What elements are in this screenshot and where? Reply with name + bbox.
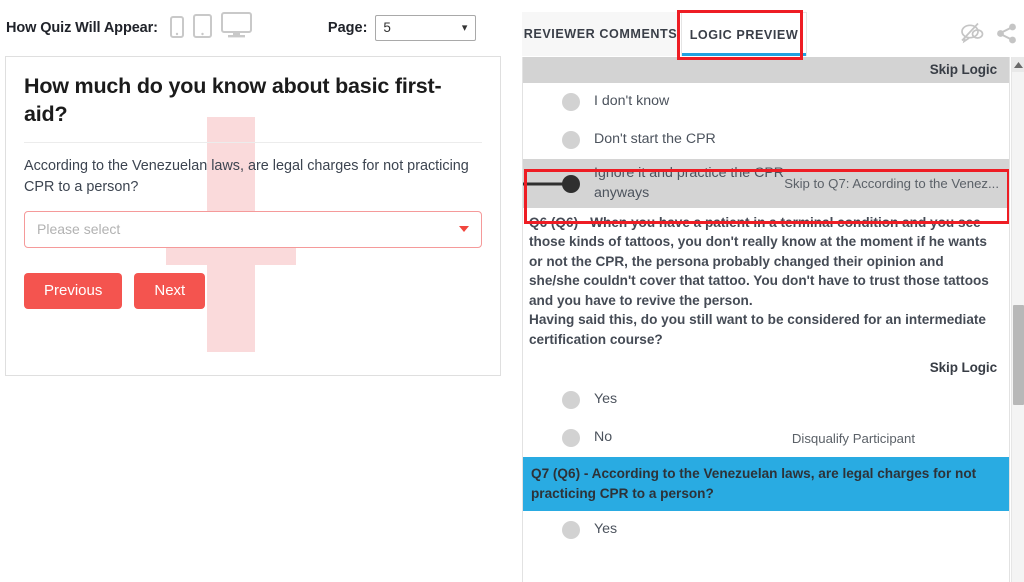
device-preview-switcher[interactable]: [169, 12, 252, 43]
list-item[interactable]: I don't know: [523, 83, 1009, 121]
caret-down-icon: [459, 226, 469, 233]
radio-icon: [562, 520, 580, 539]
page-select[interactable]: 5 ▾: [375, 14, 477, 41]
panel-action-icons: [960, 22, 1018, 49]
tab-logic-preview[interactable]: LOGIC PREVIEW: [681, 12, 807, 56]
page-selector-group: Page: 5 ▾: [327, 14, 477, 41]
preview-label: How Quiz Will Appear:: [6, 19, 158, 36]
next-button[interactable]: Next: [134, 272, 206, 310]
radio-icon: [562, 93, 580, 111]
logic-preview-list: Skip Logic I don't know Don't start the …: [522, 57, 1010, 582]
quiz-preview-pane: How Quiz Will Appear: Page: 5 ▾ How much…: [0, 0, 511, 582]
list-item[interactable]: Don't start the CPR: [523, 121, 1009, 159]
logic-preview-pane: REVIEWER COMMENTS LOGIC PREVIEW Skip Log…: [522, 0, 1024, 582]
share-icon[interactable]: [996, 23, 1018, 49]
radio-icon-selected: [562, 174, 580, 193]
tab-reviewer-comments-label: REVIEWER COMMENTS: [523, 27, 678, 41]
tab-logic-preview-label: LOGIC PREVIEW: [689, 27, 799, 42]
quiz-nav-buttons: Previous Next: [24, 272, 482, 310]
scroll-up-icon[interactable]: [1012, 57, 1024, 72]
option-label: I don't know: [594, 93, 670, 110]
question-q6-text: Q6 (Q6) - When you have a patient in a t…: [529, 215, 989, 347]
skip-logic-header: Skip Logic: [523, 57, 1009, 83]
option-label: Don't start the CPR: [594, 131, 716, 148]
tab-reviewer-comments[interactable]: REVIEWER COMMENTS: [522, 12, 679, 56]
comments-off-icon[interactable]: [960, 22, 985, 49]
preview-toolbar: How Quiz Will Appear: Page: 5 ▾: [0, 0, 511, 55]
option-label: Yes: [594, 521, 618, 538]
list-item-selected[interactable]: Ignore it and practice the CPR anyways S…: [523, 159, 1009, 208]
previous-button[interactable]: Previous: [24, 272, 123, 310]
option-action: Skip to Q7: According to the Venez...: [784, 176, 999, 191]
tab-bar: REVIEWER COMMENTS LOGIC PREVIEW: [522, 0, 1024, 60]
list-item[interactable]: Yes: [523, 511, 1009, 549]
logic-panel-scrollbar[interactable]: [1011, 57, 1024, 582]
mobile-preview-icon[interactable]: [169, 16, 184, 43]
page-select-value: 5: [383, 20, 391, 35]
quiz-logic-preview-screen: How Quiz Will Appear: Page: 5 ▾ How much…: [0, 0, 1024, 582]
logic-connector-line: [523, 182, 563, 185]
list-item[interactable]: No Disqualify Participant: [523, 419, 1009, 457]
divider: [24, 142, 482, 144]
question-q7-text: Q7 (Q6) - According to the Venezuelan la…: [523, 457, 1009, 511]
quiz-question-text: According to the Venezuelan laws, are le…: [24, 158, 469, 195]
skip-logic-header: Skip Logic: [929, 360, 997, 376]
answer-select[interactable]: Please select: [24, 210, 482, 248]
radio-icon: [562, 391, 580, 410]
desktop-preview-icon[interactable]: [220, 12, 252, 43]
quiz-preview-card: How much do you know about basic first-a…: [5, 56, 501, 376]
chevron-down-icon: ▾: [461, 21, 468, 34]
list-item[interactable]: Yes: [523, 381, 1009, 419]
tablet-preview-icon[interactable]: [192, 14, 212, 43]
option-label: Yes: [594, 391, 618, 408]
radio-icon: [562, 131, 580, 149]
radio-icon: [562, 429, 580, 448]
quiz-title: How much do you know about basic first-a…: [24, 74, 442, 126]
option-action: Disqualify Participant: [791, 430, 915, 446]
scrollbar-thumb[interactable]: [1013, 305, 1024, 405]
page-label: Page:: [327, 19, 368, 36]
answer-select-placeholder: Please select: [37, 221, 121, 238]
option-label: No: [594, 429, 613, 446]
option-label: Ignore it and practice the CPR anyways: [594, 165, 785, 201]
